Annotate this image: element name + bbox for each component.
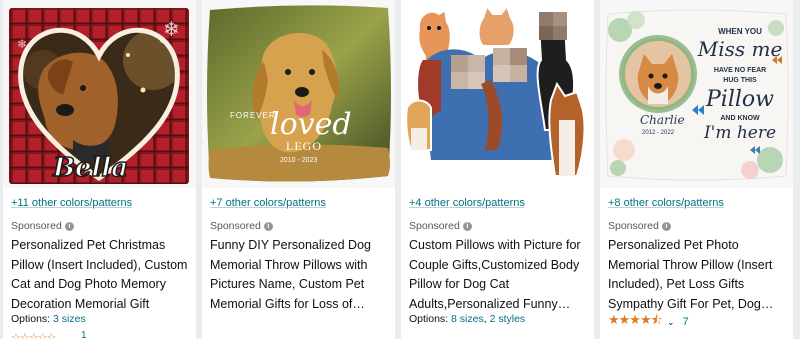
info-icon[interactable]: i <box>462 221 472 231</box>
sponsored-label: Sponsored i <box>210 220 273 232</box>
product-grid: ❄ ❄ Bella +11 other colors/patterns Spon… <box>0 0 800 339</box>
options-row: Options: 8 sizes, 2 styles <box>409 313 526 325</box>
image-text-forever: FOREVER <box>230 111 276 120</box>
product-title[interactable]: Custom Pillows with Picture for Couple G… <box>409 236 591 314</box>
image-text-loved: loved <box>270 107 352 142</box>
product-image[interactable] <box>401 0 594 188</box>
sizes-link[interactable]: 8 sizes <box>451 313 484 325</box>
sponsored-label: Sponsored i <box>11 220 74 232</box>
image-text-line: AND KNOW <box>720 115 760 122</box>
star-rating[interactable]: ★★★★⯪ ⌄ 7 <box>608 311 689 333</box>
sponsored-label: Sponsored i <box>409 220 472 232</box>
product-card: +4 other colors/patterns Sponsored i Cus… <box>401 0 594 339</box>
image-text-line: Pillow <box>705 87 774 112</box>
star-rating-icon[interactable]: ☆☆☆☆☆ <box>11 331 56 339</box>
info-icon[interactable]: i <box>263 221 273 231</box>
info-icon[interactable]: i <box>64 221 74 231</box>
image-text-years: 2012 - 2022 <box>642 130 675 136</box>
other-colors-link[interactable]: +4 other colors/patterns <box>409 197 525 209</box>
star-rating-icon: ★★★★⯪ <box>608 312 663 327</box>
image-text-line: Miss me <box>697 37 783 61</box>
image-text-line: I'm here <box>703 123 776 143</box>
image-text-years: 2010 - 2023 <box>280 157 317 164</box>
product-card: FOREVER loved LEGO 2010 - 2023 +7 other … <box>202 0 395 339</box>
image-text-name: Charlie <box>640 113 685 127</box>
product-card: Charlie 2012 - 2022 WHEN YOU Miss me HAV… <box>600 0 793 339</box>
product-title[interactable]: Funny DIY Personalized Dog Memorial Thro… <box>210 236 392 314</box>
styles-link[interactable]: 2 styles <box>490 313 526 325</box>
product-image[interactable]: Charlie 2012 - 2022 WHEN YOU Miss me HAV… <box>600 0 793 188</box>
svg-text:❄: ❄ <box>163 19 180 41</box>
other-colors-link[interactable]: +11 other colors/patterns <box>11 197 132 209</box>
image-name-text: Bella <box>52 153 128 183</box>
image-text-line: HAVE NO FEAR <box>714 67 766 74</box>
svg-text:❄: ❄ <box>17 37 27 51</box>
image-text-name: LEGO <box>286 139 322 153</box>
rating-count[interactable]: 1 <box>81 330 87 339</box>
product-image[interactable]: FOREVER loved LEGO 2010 - 2023 <box>202 0 395 188</box>
chevron-down-icon[interactable]: ⌄ <box>667 317 675 328</box>
image-text-line: WHEN YOU <box>718 27 762 36</box>
image-text-line: HUG THIS <box>723 77 757 84</box>
sizes-link[interactable]: 3 sizes <box>53 313 86 325</box>
product-image[interactable]: ❄ ❄ Bella <box>3 0 196 188</box>
other-colors-link[interactable]: +8 other colors/patterns <box>608 197 724 209</box>
product-title[interactable]: Personalized Pet Photo Memorial Throw Pi… <box>608 236 790 314</box>
product-title[interactable]: Personalized Pet Christmas Pillow (Inser… <box>11 236 193 314</box>
sponsored-label: Sponsored i <box>608 220 671 232</box>
other-colors-link[interactable]: +7 other colors/patterns <box>210 197 326 209</box>
product-card: ❄ ❄ Bella +11 other colors/patterns Spon… <box>3 0 196 339</box>
info-icon[interactable]: i <box>661 221 671 231</box>
rating-count[interactable]: 7 <box>682 316 688 328</box>
options-row: Options: 3 sizes <box>11 313 86 325</box>
